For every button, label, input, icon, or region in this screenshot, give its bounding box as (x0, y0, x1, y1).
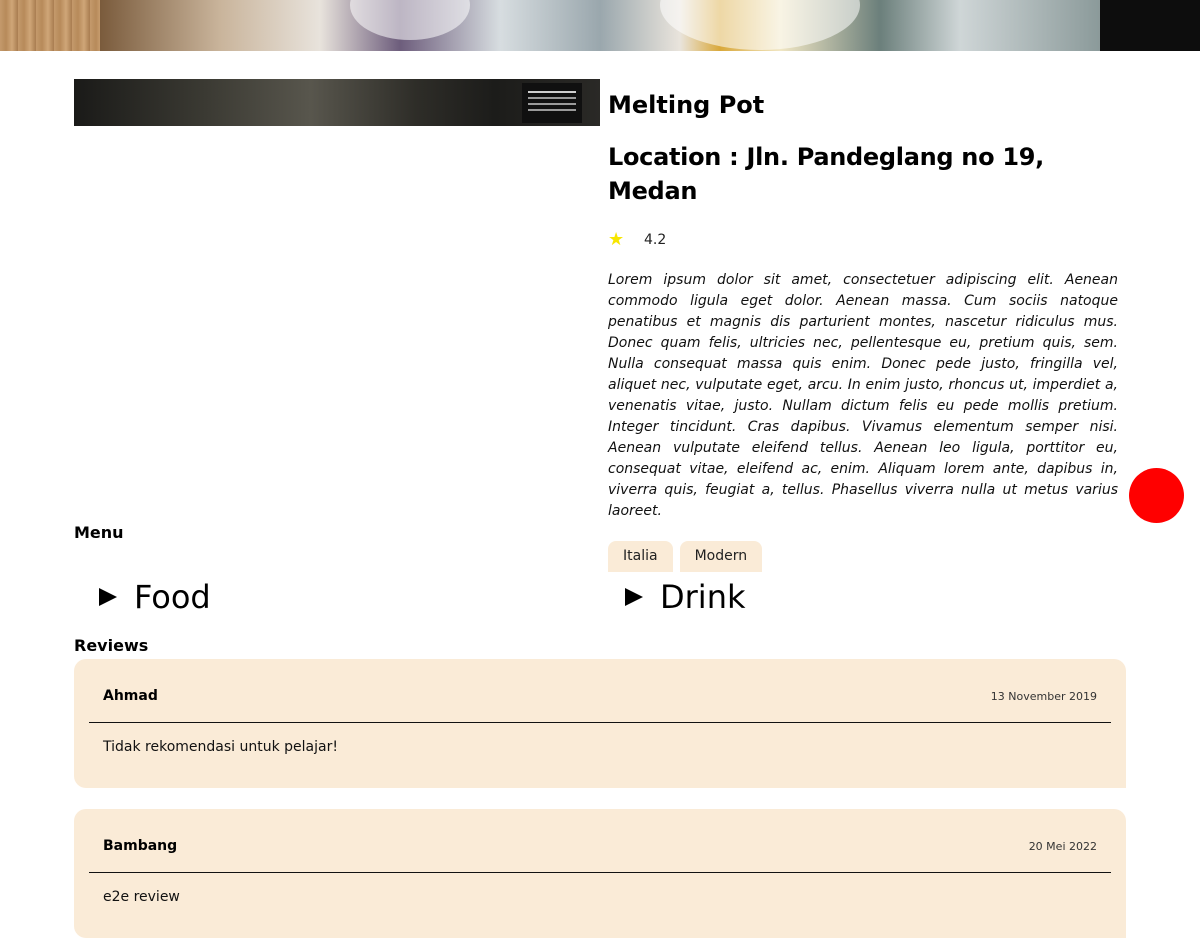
restaurant-location: Location : Jln. Pandeglang no 19, Medan (608, 143, 1044, 205)
hero-food-photo (100, 0, 1100, 51)
review-card: Ahmad 13 November 2019 Tidak rekomendasi… (74, 659, 1126, 788)
review-text: Tidak rekomendasi untuk pelajar! (103, 739, 338, 755)
menu-drink-label: Drink (660, 578, 746, 616)
rating-row: ★ 4.2 (608, 230, 1120, 250)
restaurant-info: Melting Pot Location : Jln. Pandeglang n… (608, 88, 1120, 572)
review-header: Ahmad 13 November 2019 (89, 659, 1111, 723)
hero-banner-image (0, 0, 1200, 51)
tag-modern: Modern (679, 541, 763, 572)
triangle-right-icon (625, 588, 643, 606)
tag-list: Italia Modern (608, 541, 1120, 572)
review-date: 20 Mei 2022 (1028, 840, 1097, 853)
menu-heading: Menu (74, 523, 124, 542)
review-header: Bambang 20 Mei 2022 (89, 809, 1111, 873)
restaurant-image (74, 79, 600, 126)
menu-drink-toggle[interactable]: Drink (625, 578, 746, 616)
reviewer-name: Bambang (103, 838, 178, 854)
star-icon: ★ (608, 229, 625, 250)
menu-food-toggle[interactable]: Food (99, 578, 211, 616)
restaurant-name: Melting Pot (608, 91, 765, 119)
triangle-right-icon (99, 588, 117, 606)
restaurant-description: Lorem ipsum dolor sit amet, consectetuer… (608, 272, 1118, 519)
hero-wood-left (0, 0, 100, 51)
hero-dark-right (1100, 0, 1200, 51)
reviews-heading: Reviews (74, 636, 149, 655)
review-text: e2e review (103, 889, 180, 905)
menu-food-label: Food (134, 578, 211, 616)
menu-board-graphic (522, 83, 582, 123)
tag-italia: Italia (608, 541, 673, 572)
review-card: Bambang 20 Mei 2022 e2e review (74, 809, 1126, 938)
reviewer-name: Ahmad (103, 688, 158, 704)
rating-value: 4.2 (644, 232, 667, 248)
floating-action-button[interactable] (1129, 468, 1184, 523)
review-date: 13 November 2019 (990, 690, 1097, 703)
